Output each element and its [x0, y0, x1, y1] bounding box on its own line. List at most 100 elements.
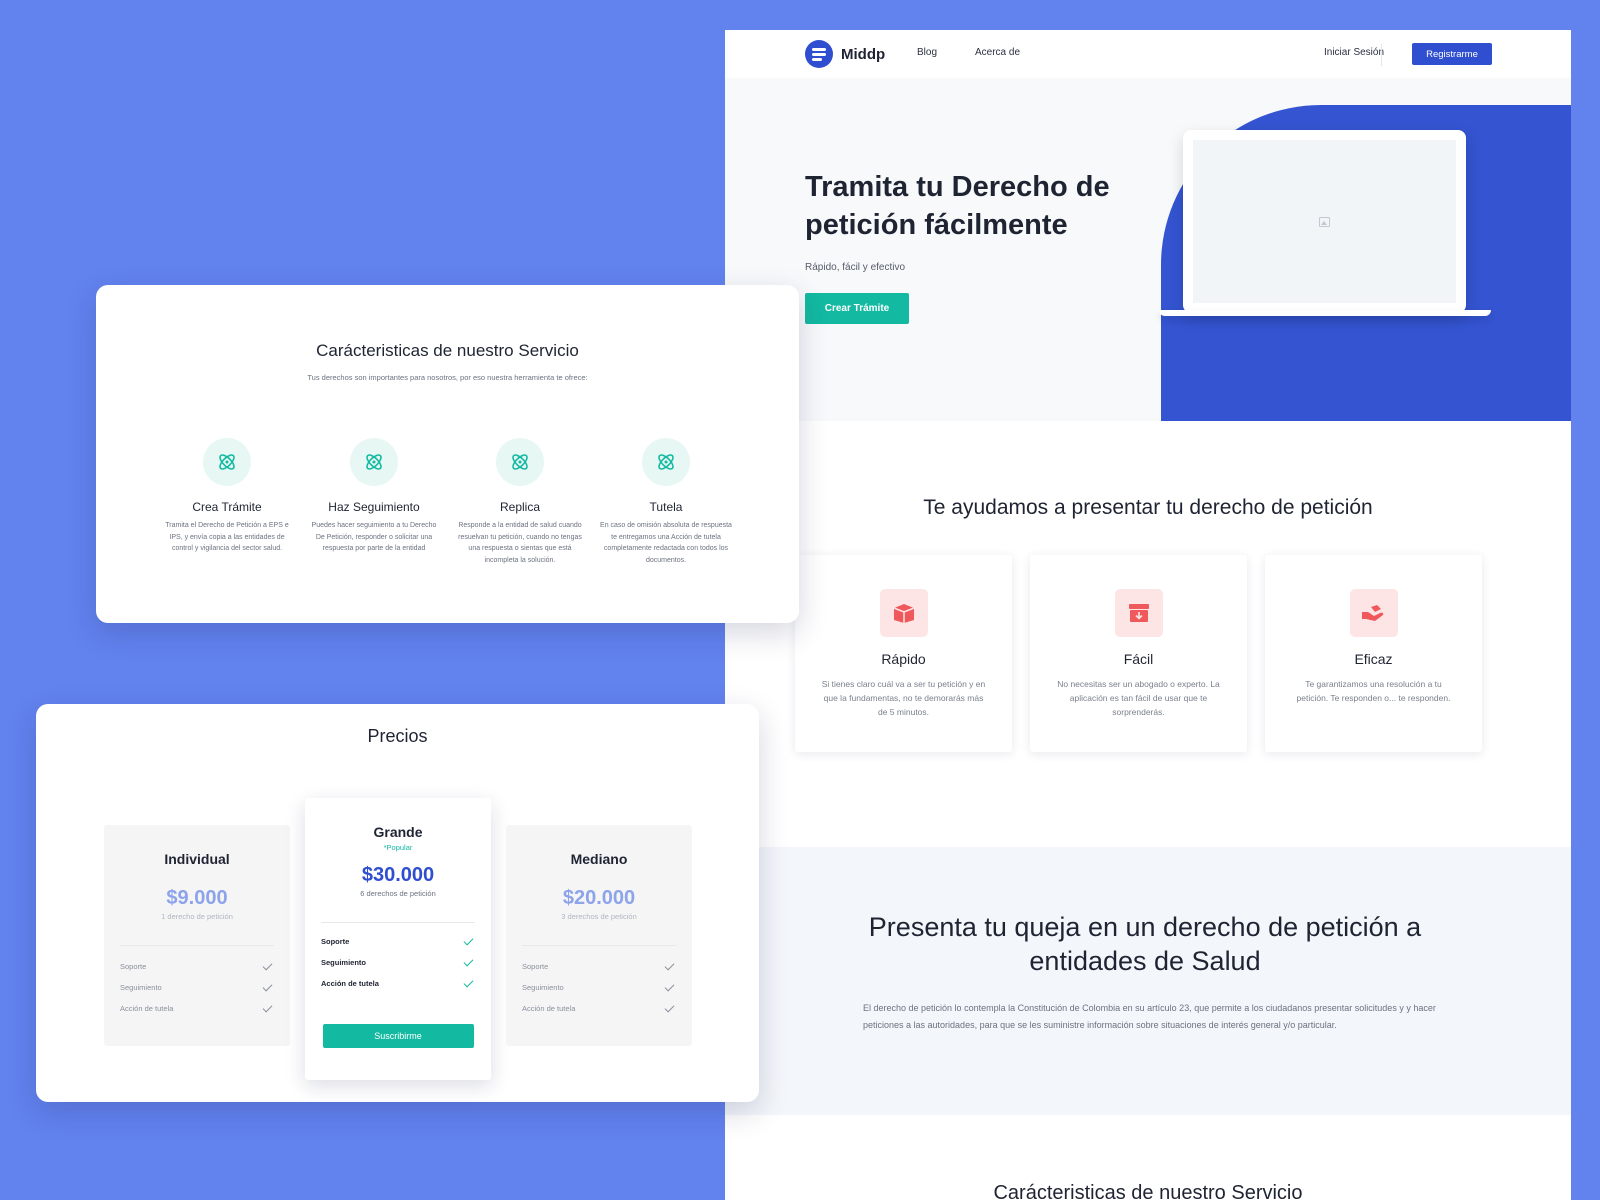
- plan-name: Mediano: [570, 851, 628, 867]
- queja-title: Presenta tu queja en un derecho de petic…: [868, 912, 1422, 976]
- feature-item: Crea Trámite Tramita el Derecho de Petic…: [153, 438, 301, 555]
- plan-name: Individual: [164, 851, 230, 867]
- hero-section: Tramita tu Derecho de petición fácilment…: [725, 30, 1571, 421]
- pricing-card: Precios Individual $9.000 1 derecho de p…: [36, 704, 759, 1102]
- plan-feature: Acción de tutela: [305, 973, 491, 994]
- plan-feature: Soporte: [506, 956, 692, 977]
- check-icon: [262, 981, 273, 991]
- plan-divider: [522, 945, 676, 946]
- hand-holding-icon: [1349, 589, 1398, 637]
- logo-icon: [805, 40, 833, 68]
- feature-text: Puedes hacer seguimiento a tu Derecho De…: [311, 522, 437, 552]
- plan-divider: [120, 945, 274, 946]
- check-icon: [664, 981, 675, 991]
- help-card-text: Te garantizamos una resolución a tu peti…: [1296, 679, 1451, 703]
- feature-text: Tramita el Derecho de Petición a EPS e I…: [165, 522, 289, 552]
- feature-title: Haz Seguimiento: [328, 500, 420, 514]
- help-section-title: Te ayudamos a presentar tu derecho de pe…: [923, 496, 1373, 519]
- plan-feature-label: Seguimiento: [120, 983, 162, 992]
- plan-feature-label: Soporte: [120, 962, 147, 971]
- nav-link-acerca[interactable]: Acerca de: [975, 47, 1020, 58]
- plan-price: $9.000: [166, 887, 228, 909]
- plan-feature: Seguimiento: [104, 977, 290, 998]
- features-card: Carácteristicas de nuestro Servicio Tus …: [96, 285, 799, 623]
- plan-count: 3 derechos de petición: [561, 912, 637, 921]
- plan-feature: Seguimiento: [506, 977, 692, 998]
- features-title: Carácteristicas de nuestro Servicio: [316, 341, 579, 360]
- plan-divider: [321, 922, 475, 923]
- plan-feature-label: Soporte: [321, 937, 350, 946]
- pricing-title: Precios: [367, 726, 428, 746]
- check-icon: [463, 935, 474, 945]
- queja-text: El derecho de petición lo contempla la C…: [863, 1003, 1436, 1030]
- atom-icon: [642, 438, 690, 486]
- plan-count: 6 derechos de petición: [360, 889, 436, 898]
- create-tramite-button[interactable]: Crear Trámite: [805, 293, 909, 324]
- plan-feature-label: Seguimiento: [522, 983, 564, 992]
- feature-title: Tutela: [649, 500, 683, 514]
- atom-icon: [496, 438, 544, 486]
- feature-title: Crea Trámite: [192, 500, 262, 514]
- feature-text: Responde a la entidad de salud cuando re…: [458, 522, 582, 564]
- plan-feature: Soporte: [104, 956, 290, 977]
- laptop-mockup: [1183, 130, 1466, 313]
- check-icon: [463, 977, 474, 987]
- plan-count: 1 derecho de petición: [161, 912, 233, 921]
- plan-feature-label: Seguimiento: [321, 958, 367, 967]
- subscribe-button[interactable]: Suscribirme: [322, 1024, 474, 1048]
- feature-title: Replica: [499, 500, 541, 514]
- plan-feature-label: Acción de tutela: [522, 1004, 576, 1013]
- plan-price: $30.000: [361, 864, 435, 886]
- bottom-section-title: Carácteristicas de nuestro Servicio: [993, 1182, 1303, 1200]
- top-nav: Middp Blog Acerca de Iniciar Sesión Regi…: [725, 30, 1571, 78]
- plan-feature: Seguimiento: [305, 952, 491, 973]
- plan-name: Grande: [373, 824, 423, 840]
- check-icon: [262, 960, 273, 970]
- laptop-base: [1159, 310, 1491, 316]
- plan-grande: Grande *Popular $30.000 6 derechos de pe…: [305, 798, 491, 1080]
- check-icon: [664, 960, 675, 970]
- plan-individual: Individual $9.000 1 derecho de petición …: [104, 825, 290, 1046]
- plan-feature-label: Soporte: [522, 962, 549, 971]
- help-card-text: No necesitas ser un abogado o experto. L…: [1057, 679, 1220, 717]
- plan-feature: Acción de tutela: [506, 998, 692, 1019]
- plan-price: $20.000: [562, 887, 636, 909]
- nav-link-blog[interactable]: Blog: [917, 47, 937, 58]
- help-card-title: Rápido: [881, 651, 926, 667]
- check-icon: [664, 1002, 675, 1012]
- plan-popular-badge: *Popular: [383, 843, 413, 852]
- help-card-eficaz: Eficaz Te garantizamos una resolución a …: [1265, 555, 1482, 752]
- help-card-title: Eficaz: [1354, 651, 1393, 667]
- features-subtitle: Tus derechos son importantes para nosotr…: [307, 373, 588, 382]
- register-button[interactable]: Registrarme: [1412, 43, 1492, 65]
- help-card-rapido: Rápido Si tienes claro cuál va a ser tu …: [795, 555, 1012, 752]
- atom-icon: [350, 438, 398, 486]
- feature-text: En caso de omisión absoluta de respuesta…: [600, 522, 732, 564]
- archive-download-icon: [1114, 589, 1163, 637]
- atom-icon: [203, 438, 251, 486]
- login-link[interactable]: Iniciar Sesión: [1324, 47, 1384, 58]
- plan-feature-label: Acción de tutela: [321, 979, 379, 988]
- brand-name: Middp: [841, 45, 886, 63]
- nav-divider: [1381, 44, 1382, 66]
- plan-feature: Soporte: [305, 931, 491, 952]
- hero-subtitle: Rápido, fácil y efectivo: [805, 262, 906, 273]
- feature-item: Replica Responde a la entidad de salud c…: [446, 438, 594, 566]
- check-icon: [262, 1002, 273, 1012]
- queja-section: Presenta tu queja en un derecho de petic…: [725, 847, 1571, 1115]
- image-placeholder-icon: [1319, 216, 1330, 227]
- feature-item: Haz Seguimiento Puedes hacer seguimiento…: [300, 438, 448, 555]
- help-card-text: Si tienes claro cuál va a ser tu petició…: [821, 679, 986, 717]
- box-icon: [879, 589, 928, 637]
- hero-title: Tramita tu Derecho de petición fácilment…: [805, 171, 1110, 241]
- landing-page: Tramita tu Derecho de petición fácilment…: [725, 30, 1571, 1200]
- help-card-title: Fácil: [1123, 651, 1154, 667]
- check-icon: [463, 956, 474, 966]
- plan-feature-label: Acción de tutela: [120, 1004, 174, 1013]
- help-card-facil: Fácil No necesitas ser un abogado o expe…: [1030, 555, 1247, 752]
- plan-mediano: Mediano $20.000 3 derechos de petición S…: [506, 825, 692, 1046]
- brand-logo[interactable]: Middp: [805, 40, 885, 68]
- plan-feature: Acción de tutela: [104, 998, 290, 1019]
- feature-item: Tutela En caso de omisión absoluta de re…: [592, 438, 740, 566]
- laptop-screen: [1193, 140, 1456, 303]
